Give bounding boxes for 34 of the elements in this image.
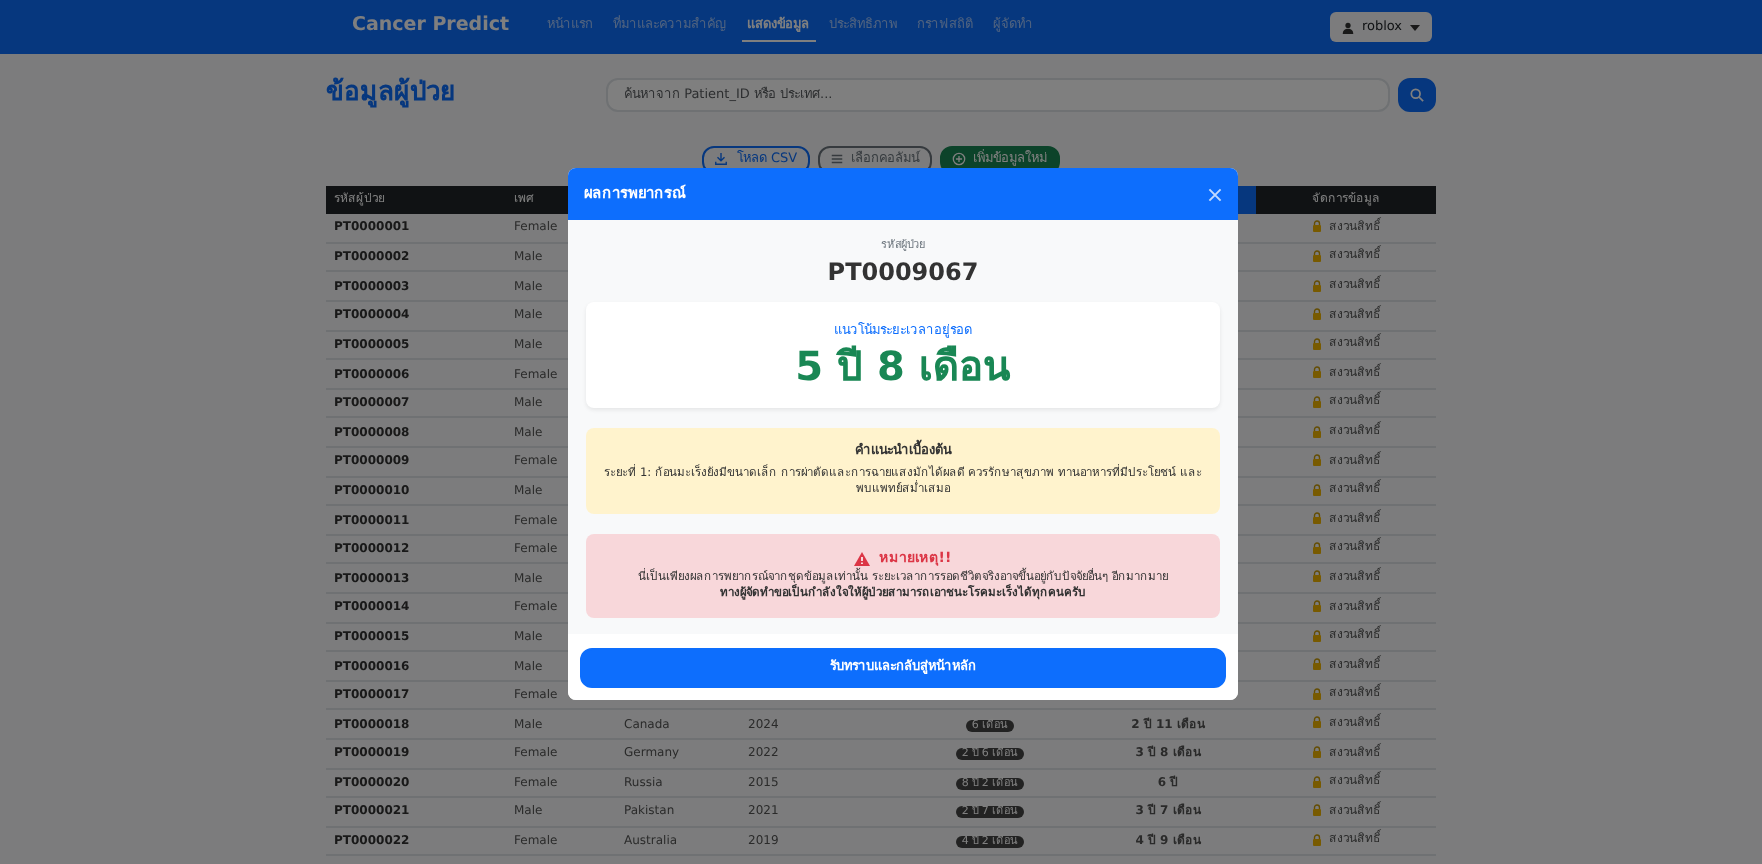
lock-icon [1311, 425, 1321, 437]
lock-icon [1311, 279, 1321, 292]
plus-circle-icon [951, 152, 966, 167]
lock-icon [1311, 775, 1321, 788]
lock-icon [1311, 249, 1321, 262]
search-button[interactable] [1398, 77, 1436, 111]
lock-icon [1311, 658, 1321, 671]
patient-id: PT0009067 [825, 256, 981, 291]
lock-icon [1311, 483, 1321, 496]
search-icon [1410, 87, 1425, 101]
lock-icon [1311, 600, 1321, 613]
lock-icon [1311, 512, 1321, 525]
caret-icon [1410, 23, 1420, 31]
brand-logo[interactable]: Cancer Predict [352, 12, 510, 42]
lock-icon [1311, 570, 1321, 583]
lock-icon [1311, 220, 1321, 233]
lock-icon [1311, 833, 1321, 846]
lock-icon [1311, 687, 1321, 700]
page-title: ข้อมูลผู้ป่วย [326, 75, 458, 113]
lock-icon [1311, 366, 1321, 379]
list-icon [829, 152, 844, 167]
warning-icon [854, 551, 871, 566]
lock-icon [1311, 395, 1321, 408]
lock-icon [1311, 308, 1321, 321]
lock-icon [1311, 541, 1321, 554]
close-button[interactable] [1208, 187, 1222, 201]
lock-icon [1311, 454, 1321, 467]
lock-icon [1311, 629, 1321, 642]
lock-icon [1311, 337, 1321, 350]
lock-icon [1311, 716, 1321, 729]
lock-icon [1311, 804, 1321, 817]
user-icon [1341, 21, 1354, 33]
survival-result: 5 ปี 8 เดือน [793, 342, 1013, 390]
lock-icon [1311, 746, 1321, 759]
